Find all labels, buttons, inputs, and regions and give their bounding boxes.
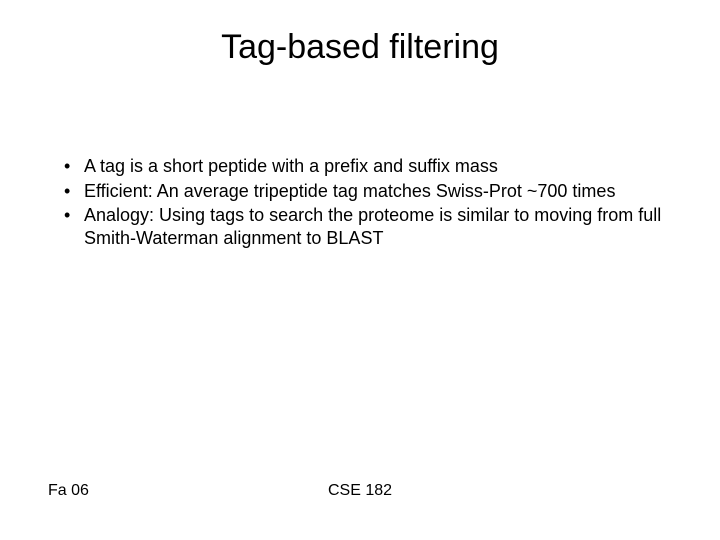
bullet-item: Efficient: An average tripeptide tag mat…	[60, 180, 680, 203]
bullet-item: Analogy: Using tags to search the proteo…	[60, 204, 680, 249]
slide-body: A tag is a short peptide with a prefix a…	[60, 155, 680, 251]
slide-title: Tag-based filtering	[0, 0, 720, 67]
slide: Tag-based filtering A tag is a short pep…	[0, 0, 720, 540]
footer-center: CSE 182	[0, 482, 720, 500]
bullet-list: A tag is a short peptide with a prefix a…	[60, 155, 680, 249]
bullet-item: A tag is a short peptide with a prefix a…	[60, 155, 680, 178]
